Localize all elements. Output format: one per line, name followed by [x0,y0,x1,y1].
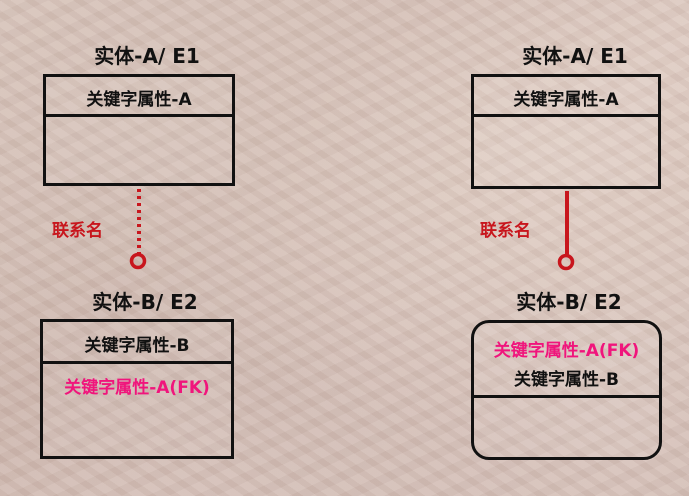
right-connector-end-circle [557,253,575,271]
left-connector-end-circle [129,252,147,270]
connectors [129,189,575,271]
